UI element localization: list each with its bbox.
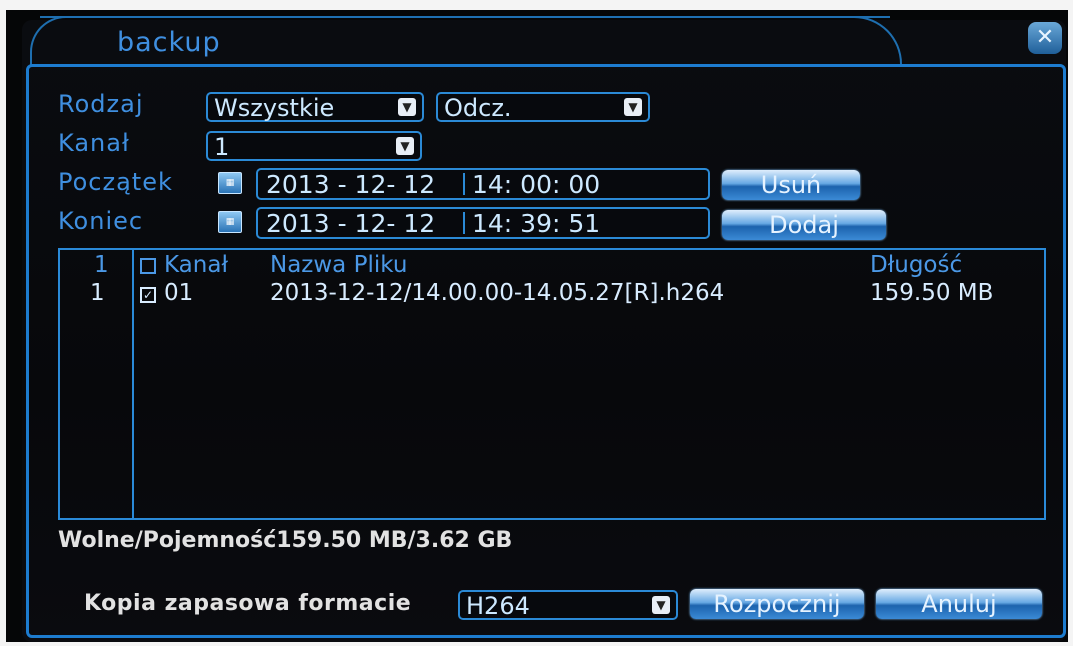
- calendar-icon[interactable]: ▦: [218, 172, 242, 194]
- column-divider: [132, 250, 134, 518]
- header-length: Długość: [870, 252, 963, 278]
- header-index: 1: [94, 252, 109, 278]
- remove-button[interactable]: Usuń: [722, 170, 860, 200]
- format-label: Kopia zapasowa formacie: [84, 591, 412, 616]
- end-label: Koniec: [58, 207, 144, 235]
- chevron-down-icon: ▼: [652, 596, 670, 614]
- chevron-down-icon: ▼: [396, 137, 414, 155]
- channel-select[interactable]: 1 ▼: [206, 131, 422, 161]
- mode-select-value: Odcz.: [444, 94, 512, 122]
- select-all-checkbox[interactable]: [140, 258, 156, 274]
- chevron-down-icon: ▼: [624, 98, 642, 116]
- end-date: 2013 - 12- 12: [266, 209, 436, 238]
- file-list: 1 Kanał Nazwa Pliku Długość 1 ✓ 01 2013-…: [58, 248, 1046, 520]
- format-select-value: H264: [466, 592, 530, 620]
- start-backup-button[interactable]: Rozpocznij: [690, 589, 864, 619]
- row-channel: 01: [164, 280, 194, 306]
- dialog-title: backup: [117, 27, 221, 58]
- row-filename: 2013-12-12/14.00.00-14.05.27[R].h264: [270, 280, 725, 306]
- divider: [463, 212, 465, 234]
- cancel-button[interactable]: Anuluj: [876, 589, 1042, 619]
- close-icon[interactable]: ✕: [1028, 22, 1062, 54]
- mode-select[interactable]: Odcz. ▼: [436, 92, 650, 122]
- row-index: 1: [90, 280, 105, 306]
- start-date: 2013 - 12- 12: [266, 170, 436, 199]
- channel-label: Kanał: [58, 129, 130, 157]
- type-select[interactable]: Wszystkie ▼: [206, 92, 424, 122]
- end-time: 14: 39: 51: [472, 209, 601, 238]
- capacity-text: Wolne/Pojemność159.50 MB/3.62 GB: [58, 528, 513, 553]
- header-filename: Nazwa Pliku: [270, 252, 408, 278]
- add-button[interactable]: Dodaj: [722, 210, 886, 240]
- start-time: 14: 00: 00: [472, 170, 601, 199]
- type-select-value: Wszystkie: [214, 94, 335, 122]
- start-label: Początek: [58, 168, 173, 196]
- start-datetime-field[interactable]: 2013 - 12- 12 14: 00: 00: [256, 168, 710, 200]
- header-channel: Kanał: [164, 252, 228, 278]
- divider: [463, 173, 465, 195]
- end-datetime-field[interactable]: 2013 - 12- 12 14: 39: 51: [256, 207, 710, 239]
- row-length: 159.50 MB: [870, 280, 994, 306]
- row-checkbox[interactable]: ✓: [140, 287, 156, 303]
- type-label: Rodzaj: [58, 90, 144, 118]
- format-select[interactable]: H264 ▼: [458, 590, 678, 620]
- chevron-down-icon: ▼: [398, 98, 416, 116]
- calendar-icon[interactable]: ▦: [218, 211, 242, 233]
- channel-select-value: 1: [214, 133, 230, 161]
